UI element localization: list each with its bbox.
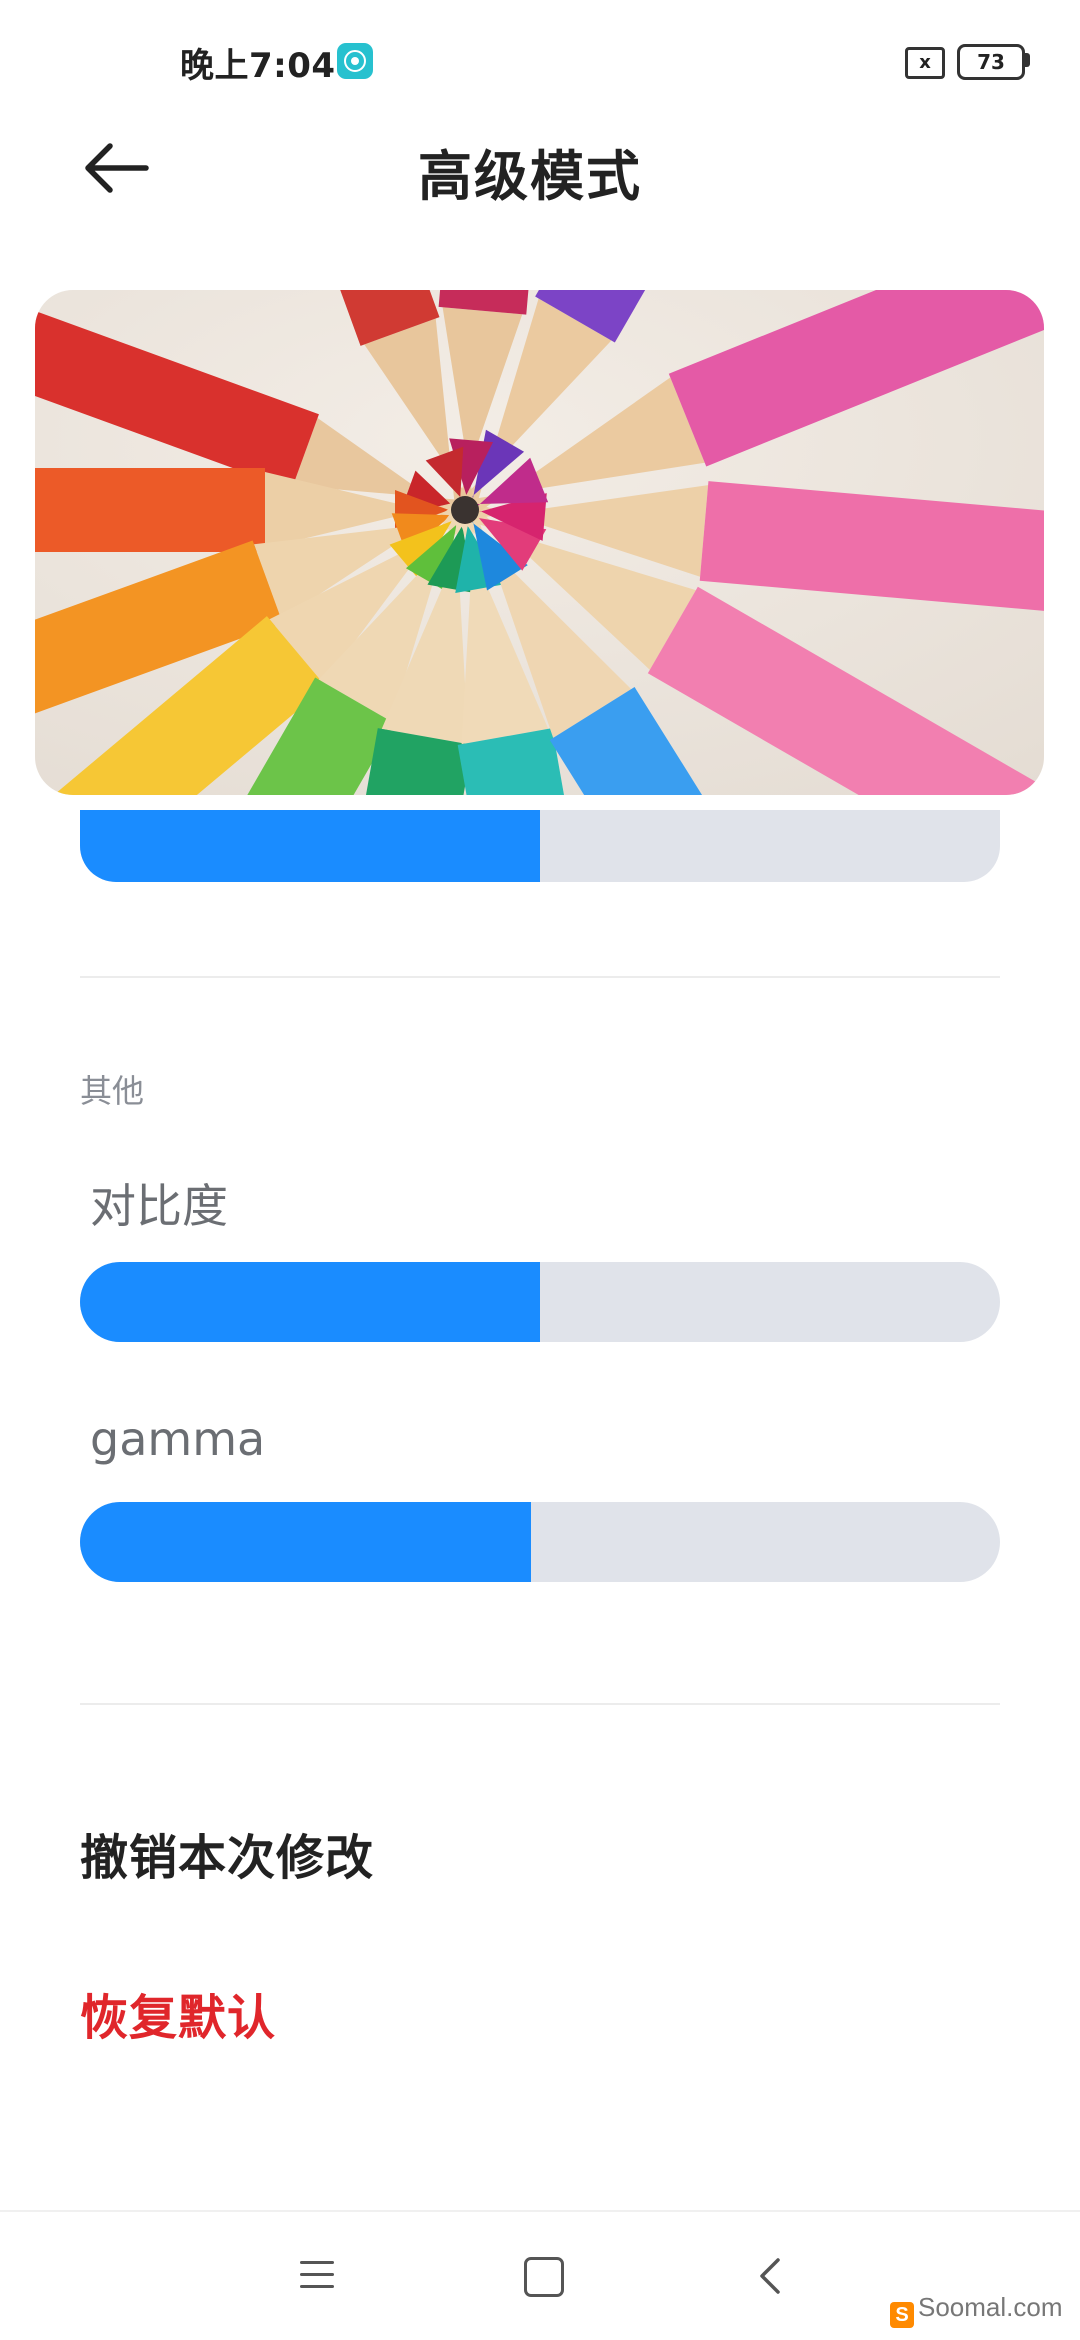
colored-pencils-image <box>35 290 1044 795</box>
chevron-left-icon[interactable] <box>756 2254 784 2298</box>
watermark: S Soomal.com <box>890 2292 1063 2328</box>
divider <box>80 976 1000 978</box>
gamma-slider[interactable] <box>80 1502 1000 1582</box>
battery-tip <box>1025 53 1030 67</box>
nav-divider <box>0 2210 1080 2212</box>
slider-fill <box>80 1262 540 1342</box>
watermark-text: Soomal.com <box>918 2292 1063 2322</box>
brightness-slider[interactable] <box>80 810 1000 882</box>
section-label-other: 其他 <box>80 1072 145 1110</box>
status-time: 晚上7:04 <box>180 46 336 86</box>
contrast-label: 对比度 <box>90 1179 228 1233</box>
soomal-logo-icon: S <box>890 2302 914 2328</box>
preview-image <box>35 290 1044 795</box>
battery-icon: 73 <box>957 44 1025 80</box>
page-title: 高级模式 <box>418 145 642 208</box>
restore-defaults-button[interactable]: 恢复默认 <box>80 1978 276 2048</box>
app-notification-icon <box>337 43 373 79</box>
divider <box>80 1703 1000 1705</box>
no-sim-icon: x <box>905 47 945 79</box>
slider-fill <box>80 810 540 882</box>
gamma-label: gamma <box>90 1412 266 1466</box>
undo-changes-button[interactable]: 撤销本次修改 <box>80 1818 374 1888</box>
home-icon[interactable] <box>524 2257 564 2297</box>
contrast-slider[interactable] <box>80 1262 1000 1342</box>
slider-fill <box>80 1502 531 1582</box>
menu-icon[interactable] <box>300 2255 334 2295</box>
